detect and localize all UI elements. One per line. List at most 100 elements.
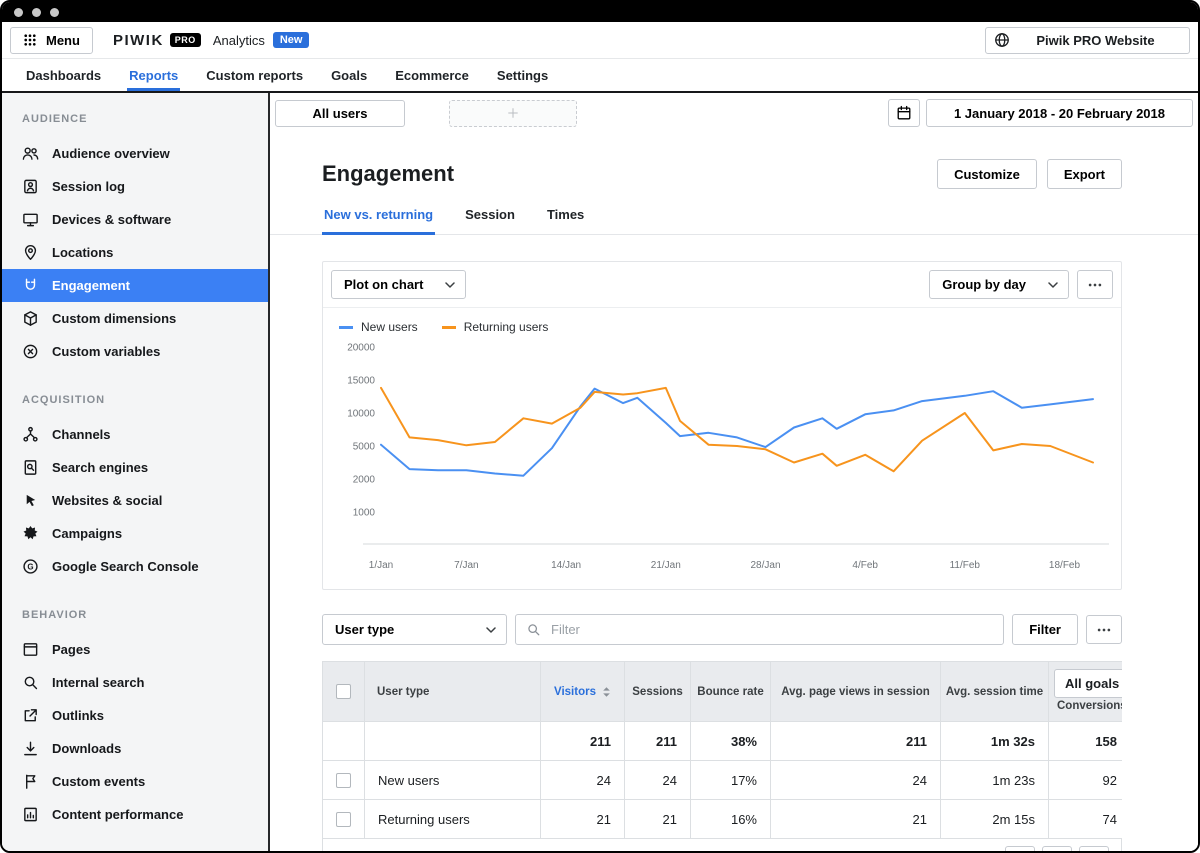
sidebar-item-downloads[interactable]: Downloads <box>2 732 268 765</box>
sidebar-item-audience-overview[interactable]: Audience overview <box>2 137 268 170</box>
dimension-select[interactable]: User type <box>322 614 507 645</box>
nav-tab-settings[interactable]: Settings <box>483 59 562 91</box>
ellipsis-icon <box>1096 622 1112 638</box>
line-chart: 1000 2000 5000 10000 15000 20000 1/Jan 7/Jan 14/… <box>347 343 1109 571</box>
select-all-header <box>322 661 365 722</box>
column-header-user-type[interactable]: User type <box>364 661 541 722</box>
grid-icon <box>23 33 37 47</box>
tab-times[interactable]: Times <box>545 207 586 234</box>
cell-avg-page-views: 21 <box>770 799 941 839</box>
sidebar-item-custom-variables[interactable]: Custom variables <box>2 335 268 368</box>
segment-all-users-button[interactable]: All users <box>275 99 405 127</box>
svg-text:21/Jan: 21/Jan <box>651 560 681 571</box>
sidebar-item-websites-social[interactable]: Websites & social <box>2 484 268 517</box>
site-selector[interactable]: Piwik PRO Website <box>985 26 1190 54</box>
legend-swatch <box>339 325 353 329</box>
svg-text:20000: 20000 <box>347 343 375 354</box>
nav-tab-custom-reports[interactable]: Custom reports <box>192 59 317 91</box>
plot-on-chart-label: Plot on chart <box>344 277 424 292</box>
add-segment-button[interactable] <box>449 99 577 127</box>
cell-visitors: 24 <box>540 760 625 800</box>
sidebar-item-label: Downloads <box>52 741 122 756</box>
summary-visitors: 211 <box>540 721 625 761</box>
column-header-avg-session-time[interactable]: Avg. session time <box>940 661 1049 722</box>
external-link-icon <box>22 707 39 724</box>
filter-input[interactable] <box>549 621 994 638</box>
sidebar-item-label: Pages <box>52 642 91 657</box>
date-range-button[interactable]: 1 January 2018 - 20 February 2018 <box>925 99 1193 127</box>
customize-button[interactable]: Customize <box>937 159 1037 189</box>
cell-visitors: 21 <box>540 799 625 839</box>
legend-item-returning-users[interactable]: Returning users <box>441 320 548 334</box>
nav-tab-dashboards[interactable]: Dashboards <box>12 59 115 91</box>
nav-tab-reports[interactable]: Reports <box>115 59 192 91</box>
main-nav: Dashboards Reports Custom reports Goals … <box>2 59 1198 93</box>
window-control-dot[interactable] <box>32 7 41 17</box>
doc-search-icon <box>22 459 39 476</box>
google-icon: G <box>22 558 39 575</box>
column-header-avg-page-views[interactable]: Avg. page views in session <box>770 661 941 722</box>
filter-button[interactable]: Filter <box>1012 614 1078 645</box>
chevron-down-icon <box>486 626 496 633</box>
table-more-button[interactable] <box>1086 615 1122 644</box>
column-header-visitors[interactable]: Visitors <box>540 661 625 722</box>
cube-icon <box>22 310 39 327</box>
summary-avg-page-views: 211 <box>770 721 941 761</box>
id-card-icon <box>22 178 39 195</box>
sidebar-item-outlinks[interactable]: Outlinks <box>2 699 268 732</box>
svg-text:11/Feb: 11/Feb <box>950 560 981 571</box>
sidebar-item-campaigns[interactable]: Campaigns <box>2 517 268 550</box>
sidebar-item-custom-events[interactable]: Custom events <box>2 765 268 798</box>
sidebar-item-search-engines[interactable]: Search engines <box>2 451 268 484</box>
sidebar-item-pages[interactable]: Pages <box>2 633 268 666</box>
date-range-group: 1 January 2018 - 20 February 2018 <box>887 99 1193 127</box>
sidebar-item-locations[interactable]: Locations <box>2 236 268 269</box>
app-window: Menu PIWIK PRO Analytics New Piwik PRO W… <box>0 0 1200 853</box>
map-pin-icon <box>22 244 39 261</box>
tab-new-vs-returning[interactable]: New vs. returning <box>322 207 436 235</box>
chevron-down-icon <box>445 281 456 288</box>
select-all-checkbox[interactable] <box>336 684 351 699</box>
next-page-button[interactable]: → <box>1079 845 1109 851</box>
svg-text:1/Jan: 1/Jan <box>369 560 393 571</box>
window-control-dot[interactable] <box>14 7 23 17</box>
svg-text:14/Jan: 14/Jan <box>551 560 581 571</box>
logo-product: Analytics <box>212 32 265 48</box>
row-checkbox[interactable] <box>336 772 351 788</box>
nav-tab-ecommerce[interactable]: Ecommerce <box>381 59 483 91</box>
sidebar-item-label: Campaigns <box>52 526 123 541</box>
cell-user-type: New users <box>364 760 541 800</box>
row-checkbox[interactable] <box>336 811 351 827</box>
plot-on-chart-select[interactable]: Plot on chart <box>331 270 467 299</box>
sidebar-item-google-search-console[interactable]: G Google Search Console <box>2 550 268 583</box>
nav-tab-goals[interactable]: Goals <box>317 59 381 91</box>
app-header: Menu PIWIK PRO Analytics New Piwik PRO W… <box>2 22 1198 59</box>
menu-button[interactable]: Menu <box>10 26 93 54</box>
current-page-box[interactable]: 2 <box>1042 845 1072 851</box>
report-tabs: New vs. returning Session Times <box>270 207 1198 235</box>
column-header-conversions[interactable]: Conversions <box>1057 700 1122 712</box>
sidebar-item-engagement[interactable]: Engagement <box>2 269 268 302</box>
reports-sidebar: AUDIENCE Audience overview Session log D… <box>2 93 270 851</box>
calendar-button[interactable] <box>887 99 920 127</box>
column-header-sessions[interactable]: Sessions <box>624 661 691 722</box>
sidebar-item-devices-software[interactable]: Devices & software <box>2 203 268 236</box>
sidebar-item-custom-dimensions[interactable]: Custom dimensions <box>2 302 268 335</box>
sidebar-item-internal-search[interactable]: Internal search <box>2 666 268 699</box>
goals-dropdown[interactable]: All goals <box>1054 669 1122 698</box>
sidebar-item-session-log[interactable]: Session log <box>2 170 268 203</box>
search-icon <box>526 622 541 637</box>
group-by-select[interactable]: Group by day <box>929 270 1069 299</box>
legend-item-new-users[interactable]: New users <box>339 320 418 334</box>
chart-more-button[interactable] <box>1077 270 1113 299</box>
sidebar-item-label: Custom events <box>52 774 146 789</box>
prev-page-button[interactable]: ← <box>1005 845 1035 851</box>
sidebar-item-content-performance[interactable]: Content performance <box>2 798 268 831</box>
sidebar-item-channels[interactable]: Channels <box>2 418 268 451</box>
tab-session[interactable]: Session <box>463 207 517 234</box>
window-control-dot[interactable] <box>50 7 59 17</box>
users-icon <box>22 145 39 162</box>
export-button[interactable]: Export <box>1046 159 1122 189</box>
engagement-icon <box>22 277 39 294</box>
column-header-bounce-rate[interactable]: Bounce rate <box>690 661 771 722</box>
